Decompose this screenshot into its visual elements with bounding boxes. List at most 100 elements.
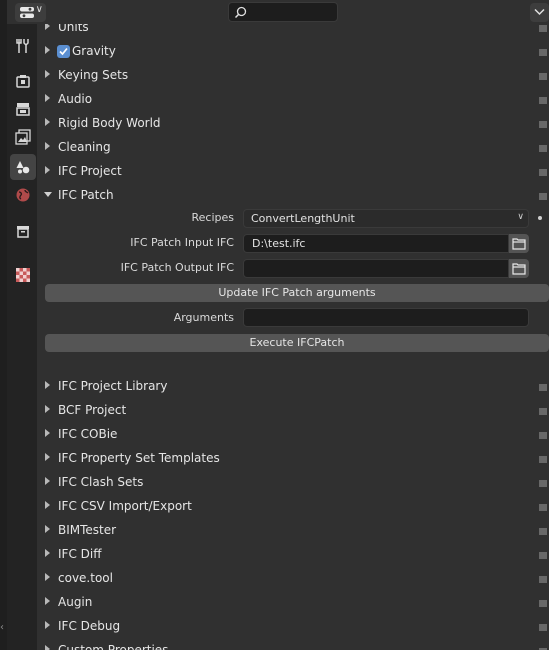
panel-ifc-diff[interactable]: IFC Diff [37,543,549,567]
panel-audio[interactable]: Audio [37,88,549,112]
recipes-dropdown[interactable]: ConvertLengthUnit ∨ [243,209,529,228]
drag-grip-icon[interactable] [539,193,547,200]
drag-grip-icon[interactable] [539,432,547,439]
drag-grip-icon[interactable] [539,384,547,391]
panel-bcf-project[interactable]: BCF Project [37,399,549,423]
execute-ifcpatch-button[interactable]: Execute IFCPatch [45,334,549,352]
properties-tab-bar [7,24,37,650]
panel-title: IFC COBie [58,427,118,441]
decorator-dot-icon[interactable] [538,216,542,220]
panel-title: BIMTester [58,523,117,537]
drag-grip-icon[interactable] [539,25,547,32]
chevron-left-icon[interactable]: ‹ [0,622,4,633]
editor-type-button[interactable]: ∨ [15,3,46,22]
panel-collapsed-arrow-icon [45,118,50,126]
panel-cleaning[interactable]: Cleaning [37,136,549,160]
panel-collapsed-arrow-icon [45,501,50,509]
input-ifc-field[interactable]: D:\test.ifc [243,234,509,253]
panel-title: IFC Diff [58,547,102,561]
recipes-value: ConvertLengthUnit [251,212,355,225]
panel-collapsed-arrow-icon [45,621,50,629]
panel-collapsed-arrow-icon [45,597,50,605]
panel-collapsed-arrow-icon [45,549,50,557]
panel-title: IFC Project Library [58,379,168,393]
panel-ifc-csv-import-export[interactable]: IFC CSV Import/Export [37,495,549,519]
drag-grip-icon[interactable] [539,169,547,176]
drag-grip-icon[interactable] [539,576,547,583]
panel-collapsed-arrow-icon [45,381,50,389]
chevron-down-icon: ∨ [35,4,43,15]
folder-icon [512,238,526,250]
drag-grip-icon[interactable] [539,49,547,56]
tab-world[interactable] [10,182,36,208]
panel-ifc-project[interactable]: IFC Project [37,160,549,184]
panel-collapsed-arrow-icon [45,405,50,413]
panel-augin[interactable]: Augin [37,591,549,615]
view-layer-icon [15,129,31,145]
drag-grip-icon[interactable] [539,145,547,152]
panel-bimtester[interactable]: BIMTester [37,519,549,543]
ifc-patch-body: Recipes ConvertLengthUnit ∨ IFC Patch In… [37,208,549,375]
panel-ifc-project-library[interactable]: IFC Project Library [37,375,549,399]
panel-expanded-arrow-icon [44,192,52,197]
input-ifc-value: D:\test.ifc [252,237,306,250]
tab-collection[interactable] [10,218,36,244]
panel-collapsed-arrow-icon [45,94,50,102]
panel-title: IFC Debug [58,619,121,633]
tab-output[interactable] [10,96,36,122]
panel-title: Audio [58,92,93,106]
panel-ifc-debug[interactable]: IFC Debug [37,615,549,639]
drag-grip-icon[interactable] [539,552,547,559]
drag-grip-icon[interactable] [539,480,547,487]
output-file-browse-button[interactable] [509,259,529,278]
panel-collapsed-arrow-icon [45,429,50,437]
panel-gravity[interactable]: Gravity [37,40,549,64]
options-button[interactable] [530,3,549,22]
drag-grip-icon[interactable] [539,600,547,607]
arguments-field[interactable] [243,308,529,327]
tab-render[interactable] [10,68,36,94]
drag-grip-icon[interactable] [539,121,547,128]
drag-grip-icon[interactable] [539,528,547,535]
tab-view-layer[interactable] [10,124,36,150]
panel-ifc-cobie[interactable]: IFC COBie [37,423,549,447]
panel-ifc-property-set-templates[interactable]: IFC Property Set Templates [37,447,549,471]
panel-collapsed-arrow-icon [45,477,50,485]
panel-keying-sets[interactable]: Keying Sets [37,64,549,88]
panel-collapsed-arrow-icon [45,525,50,533]
search-input[interactable] [228,2,338,22]
drag-grip-icon[interactable] [539,408,547,415]
drag-grip-icon[interactable] [539,456,547,463]
drag-grip-icon[interactable] [539,97,547,104]
output-ifc-label: IFC Patch Output IFC [120,261,234,274]
tab-tool[interactable] [10,33,36,59]
panel-title: Rigid Body World [58,116,161,130]
input-file-browse-button[interactable] [509,234,529,253]
panel-collapsed-arrow-icon [45,70,50,78]
panel-ifc-clash-sets[interactable]: IFC Clash Sets [37,471,549,495]
panel-collapsed-arrow-icon [45,573,50,581]
render-icon [16,75,30,88]
output-icon [16,103,30,116]
panel-rigid-body-world[interactable]: Rigid Body World [37,112,549,136]
panel-title: cove.tool [58,571,113,585]
output-ifc-field[interactable] [243,259,509,278]
panel-title: IFC Clash Sets [58,475,144,489]
panel-title: Custom Properties [58,643,169,650]
panel-cove-tool[interactable]: cove.tool [37,567,549,591]
tab-texture[interactable] [10,262,36,288]
texture-icon [16,268,30,282]
panel-title: BCF Project [58,403,127,417]
drag-grip-icon[interactable] [539,624,547,631]
panel-title: Gravity [72,44,116,58]
update-arguments-button[interactable]: Update IFC Patch arguments [45,284,549,302]
tab-scene[interactable] [10,154,36,180]
panel-title: Augin [58,595,93,609]
panel-collapsed-arrow-icon [45,166,50,174]
drag-grip-icon[interactable] [539,504,547,511]
panel-collapsed-arrow-icon [45,645,50,650]
panel-ifc-patch[interactable]: IFC Patch [37,184,549,208]
panel-custom-properties[interactable]: Custom Properties [37,639,549,650]
drag-grip-icon[interactable] [539,73,547,80]
checkbox[interactable] [57,45,70,58]
